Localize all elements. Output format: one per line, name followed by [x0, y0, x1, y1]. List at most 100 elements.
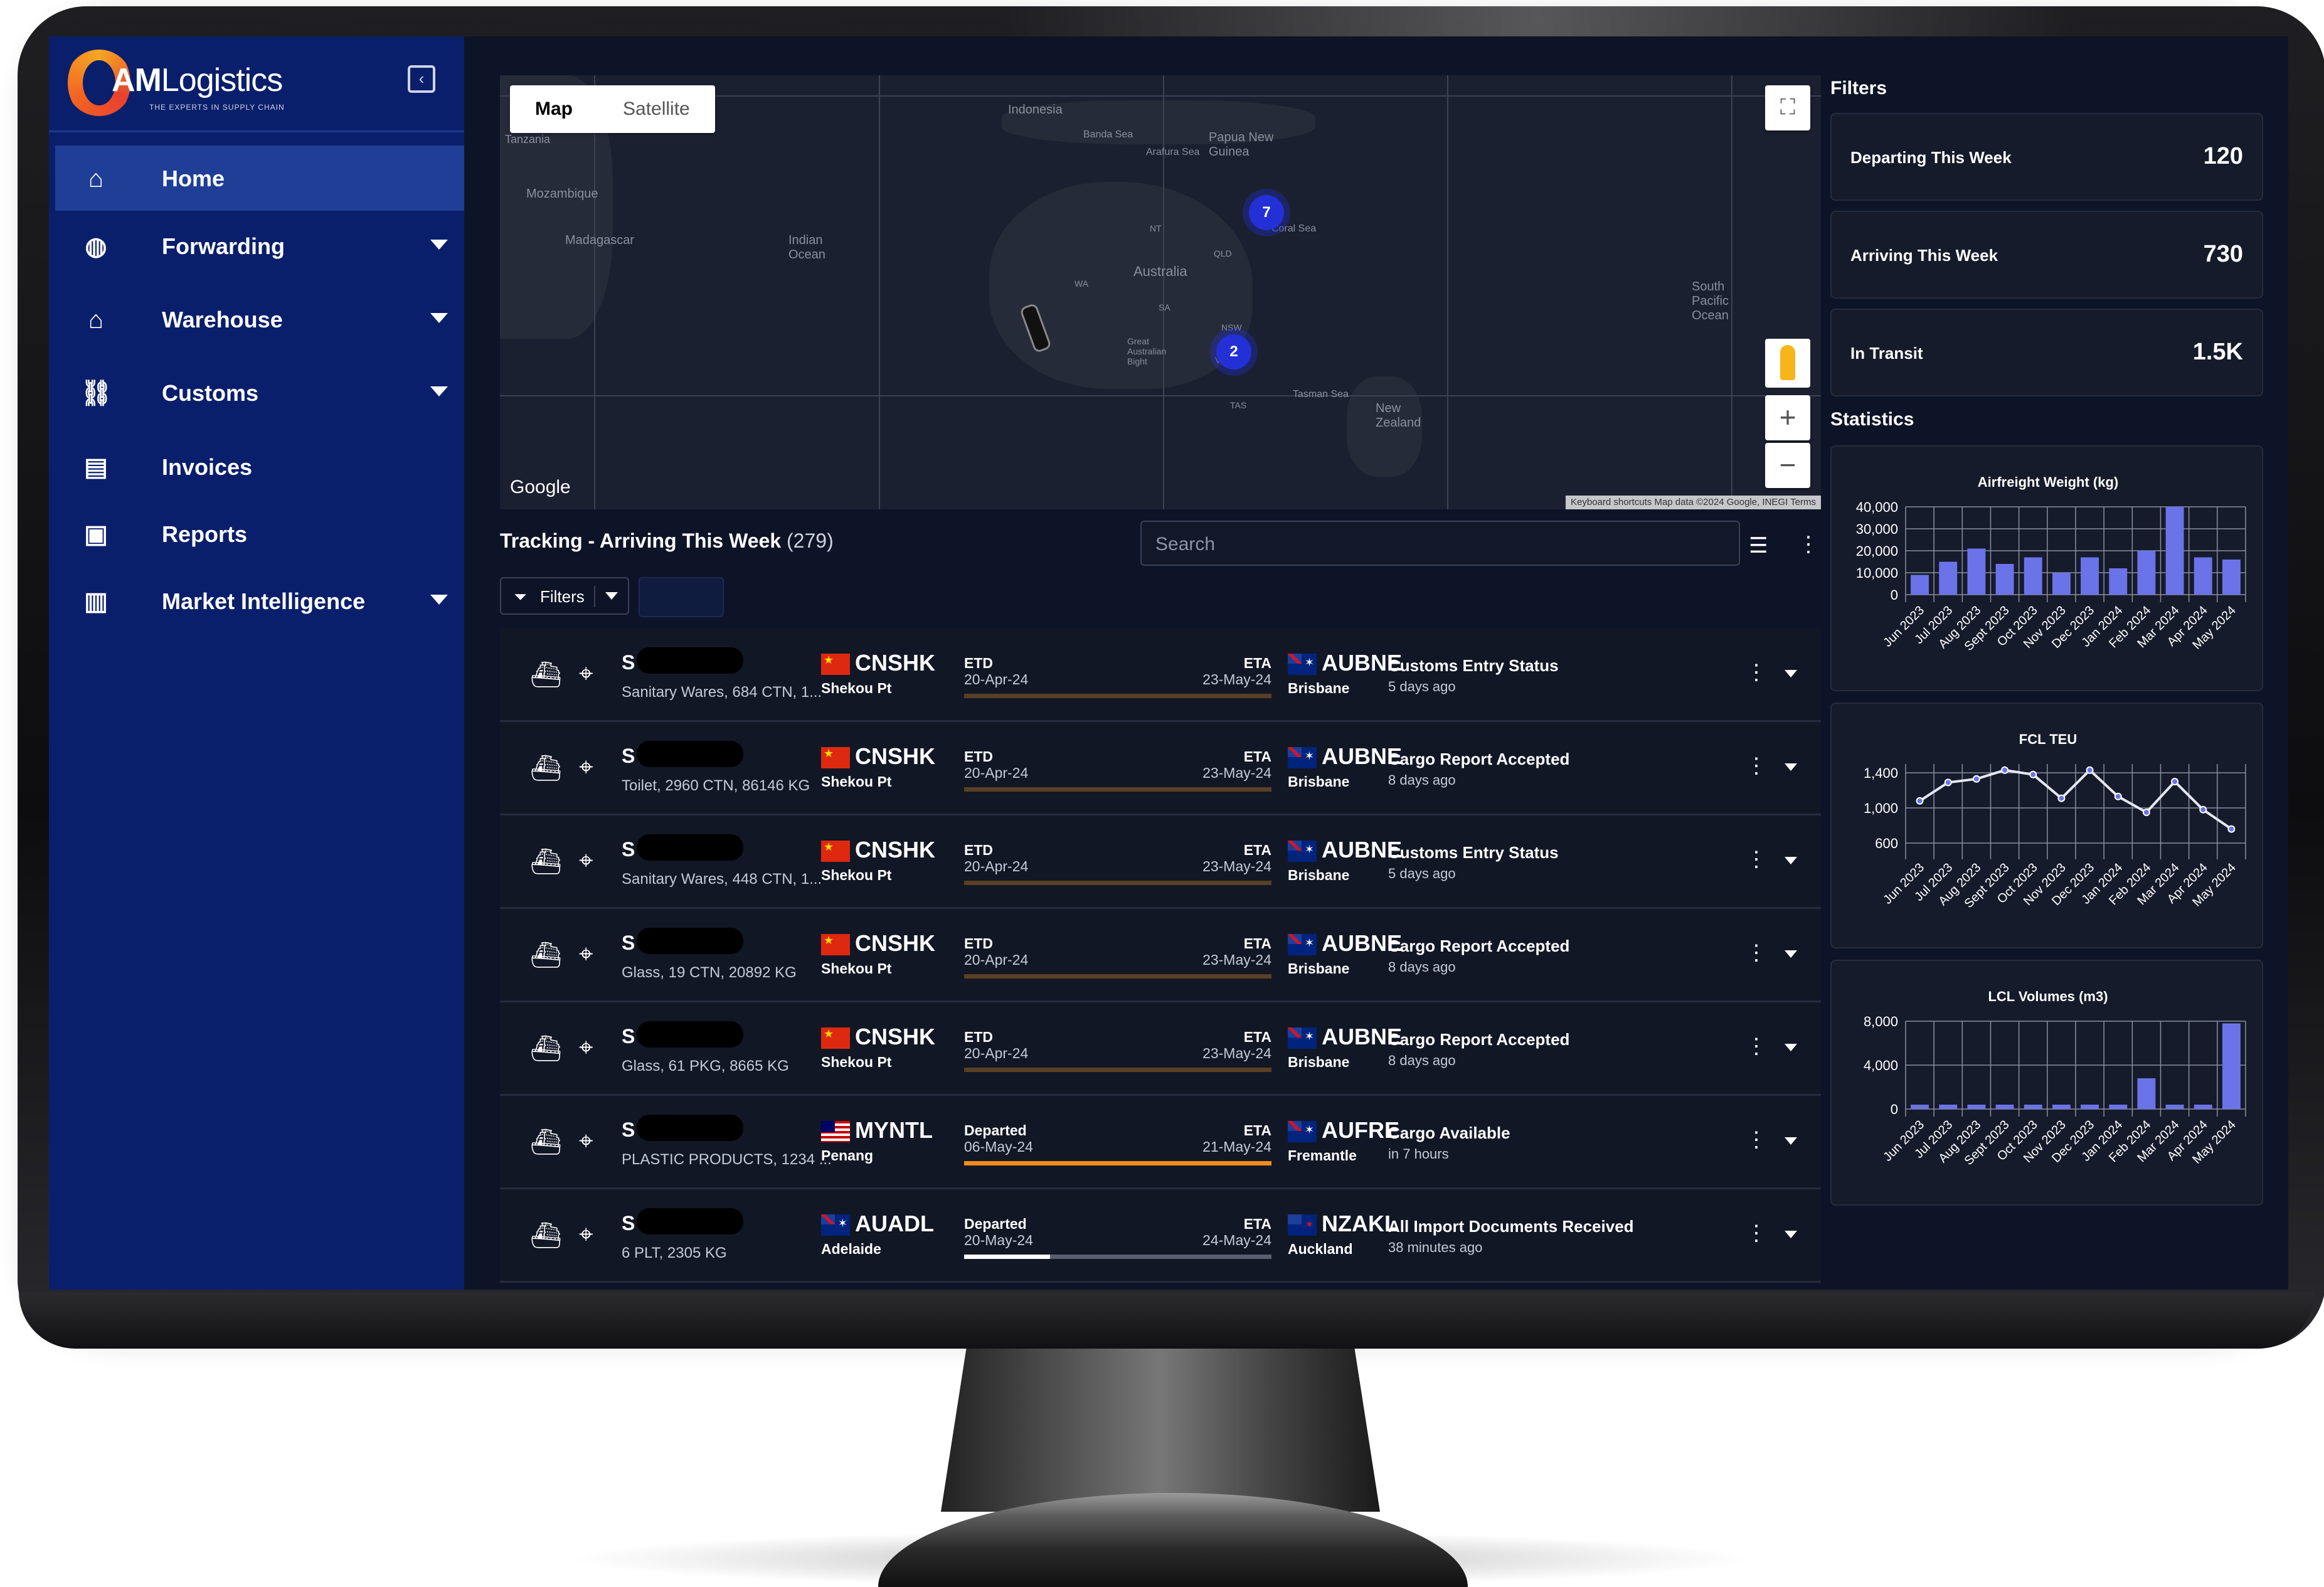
departure-label: Departed [964, 1216, 1027, 1232]
shipment-ref[interactable]: S [622, 651, 635, 674]
status-text: Cargo Report Accepted [1388, 750, 1570, 768]
sort-icon[interactable]: ☰ [1749, 533, 1768, 558]
table-row[interactable]: ⛴ ⌖ S Sanitary Wares, 684 CTN, 1... CNSHK She… [500, 629, 1821, 722]
origin-flag-icon [821, 934, 850, 955]
location-pin-icon[interactable]: ⌖ [579, 1127, 593, 1155]
row-more-icon[interactable]: ⋮ [1746, 1221, 1767, 1246]
map-attribution[interactable]: Keyboard shortcuts Map data ©2024 Google… [1566, 496, 1821, 509]
sidebar-item-warehouse[interactable]: ⌂ Warehouse [55, 287, 464, 352]
location-pin-icon[interactable]: ⌖ [579, 660, 593, 688]
eta-label: ETA [1243, 655, 1271, 671]
sidebar-item-customs[interactable]: ⛓ Customs [55, 360, 464, 425]
sidebar-item-market-intelligence[interactable]: ▥ Market Intelligence [55, 568, 464, 634]
location-pin-icon[interactable]: ⌖ [579, 940, 593, 969]
filter-card-in-transit[interactable]: In Transit 1.5K [1830, 309, 2263, 396]
sidebar-item-forwarding[interactable]: ◍ Forwarding [55, 213, 464, 279]
departure-label: ETD [964, 842, 993, 858]
voyage-progress-bar [964, 694, 1271, 698]
row-more-icon[interactable]: ⋮ [1746, 1127, 1767, 1152]
collapse-sidebar-button[interactable]: ‹ [408, 65, 435, 93]
fullscreen-button[interactable]: ⛶ [1765, 85, 1810, 130]
bezel-highlight [1004, 6, 2070, 38]
origin-flag-icon [821, 1027, 850, 1049]
status-time: 8 days ago [1388, 1053, 1456, 1068]
destination-port: Auckland [1288, 1241, 1353, 1257]
row-more-icon[interactable]: ⋮ [1746, 660, 1767, 685]
invoice-icon: ▤ [84, 454, 108, 481]
table-row[interactable]: ⛴ ⌖ S 6 PLT, 2305 KG AUADL Adelaide Departed20… [500, 1189, 1821, 1283]
chart-point [2114, 792, 2122, 800]
stat-value: 730 [2203, 241, 2243, 267]
expand-row-icon[interactable] [1785, 950, 1797, 958]
chart-bar [2052, 1105, 2071, 1109]
row-more-icon[interactable]: ⋮ [1746, 847, 1767, 872]
search-input[interactable]: Search [1140, 521, 1740, 566]
expand-row-icon[interactable] [1785, 1044, 1797, 1051]
status-time: 8 days ago [1388, 772, 1456, 788]
table-row[interactable]: ⛴ ⌖ S Glass, 19 CTN, 20892 KG CNSHK Shekou Pt… [500, 909, 1821, 1002]
shipment-map[interactable]: Indonesia Banda Sea Arafura Sea Papua Ne… [500, 75, 1821, 509]
shipment-ref[interactable]: S [622, 932, 635, 955]
sidebar-item-label: Customs [162, 380, 259, 406]
expand-row-icon[interactable] [1785, 670, 1797, 677]
minus-icon: − [1779, 449, 1796, 481]
status-text: Customs Entry Status [1388, 843, 1559, 862]
sidebar-item-invoices[interactable]: ▤ Invoices [55, 434, 464, 499]
map-cluster-marker[interactable]: 7 [1249, 195, 1284, 230]
y-tick-label: 4,000 [1864, 1058, 1898, 1073]
shipment-description: Glass, 19 CTN, 20892 KG [622, 964, 797, 981]
location-pin-icon[interactable]: ⌖ [579, 847, 593, 875]
sidebar-item-reports[interactable]: ▣ Reports [55, 501, 464, 566]
map-label: Great Australian Bight [1127, 336, 1167, 366]
shipment-ref[interactable]: S [622, 1025, 635, 1048]
more-options-icon[interactable]: ⋮ [1798, 532, 1819, 557]
map-tab-map[interactable]: Map [510, 85, 598, 133]
location-pin-icon[interactable]: ⌖ [579, 1034, 593, 1062]
y-tick-label: 20,000 [1856, 543, 1898, 559]
progress-fill [964, 1068, 1271, 1072]
origin-code: CNSHK [855, 1024, 936, 1049]
expand-row-icon[interactable] [1785, 857, 1797, 864]
map-label: QLD [1214, 248, 1232, 258]
map-label: Tasman Sea [1293, 389, 1349, 400]
row-more-icon[interactable]: ⋮ [1746, 940, 1767, 965]
origin-flag-icon [821, 747, 850, 768]
sidebar-item-home[interactable]: ⌂ Home [55, 146, 464, 211]
row-more-icon[interactable]: ⋮ [1746, 1034, 1767, 1059]
chevron-down-icon [430, 313, 448, 323]
destination-code: NZAKL [1322, 1211, 1398, 1236]
map-gridline [1447, 75, 1448, 509]
table-row[interactable]: ⛴ ⌖ S Sanitary Wares, 448 CTN, 1... CNSHK She… [500, 815, 1821, 909]
shipment-ref[interactable]: S [622, 838, 635, 861]
chart-bar [2024, 557, 2042, 595]
expand-row-icon[interactable] [1785, 763, 1797, 771]
progress-fill [964, 974, 1271, 979]
table-row[interactable]: ⛴ ⌖ S PLASTIC PRODUCTS, 1234 ... MYNTL Penang… [500, 1096, 1821, 1189]
row-more-icon[interactable]: ⋮ [1746, 753, 1767, 778]
departure-date: 20-Apr-24 [964, 671, 1029, 687]
map-gridline [1163, 75, 1164, 509]
zoom-in-button[interactable]: + [1765, 395, 1810, 440]
company-logo[interactable]: AMLogistics THE EXPERTS IN SUPPLY CHAIN [68, 45, 419, 133]
map-tab-satellite[interactable]: Satellite [598, 85, 715, 133]
map-cluster-marker[interactable]: 2 [1216, 334, 1251, 369]
table-row[interactable]: ⛴ ⌖ S Glass, 61 PKG, 8665 KG CNSHK Shekou Pt E… [500, 1002, 1821, 1096]
street-view-pegman[interactable] [1765, 339, 1810, 388]
sidebar: AMLogistics THE EXPERTS IN SUPPLY CHAIN … [49, 36, 464, 1290]
expand-row-icon[interactable] [1785, 1231, 1797, 1238]
sidebar-divider [49, 130, 464, 132]
shipment-ref[interactable]: S [622, 1118, 635, 1142]
location-pin-icon[interactable]: ⌖ [579, 1221, 593, 1249]
filters-button[interactable]: ⏷ Filters [500, 577, 629, 615]
logo-tagline: THE EXPERTS IN SUPPLY CHAIN [149, 103, 285, 112]
filter-card-departing[interactable]: Departing This Week 120 [1830, 113, 2263, 201]
location-pin-icon[interactable]: ⌖ [579, 753, 593, 782]
expand-row-icon[interactable] [1785, 1137, 1797, 1145]
shipment-ref[interactable]: S [622, 1212, 635, 1235]
secondary-filter-button[interactable] [639, 577, 724, 617]
shipment-ref[interactable]: S [622, 745, 635, 768]
table-row[interactable]: ⛴ ⌖ S Toilet, 2960 CTN, 86146 KG CNSHK Shekou… [500, 722, 1821, 815]
chart-bar [1995, 564, 2014, 595]
zoom-out-button[interactable]: − [1765, 443, 1810, 488]
filter-card-arriving[interactable]: Arriving This Week 730 [1830, 211, 2263, 299]
